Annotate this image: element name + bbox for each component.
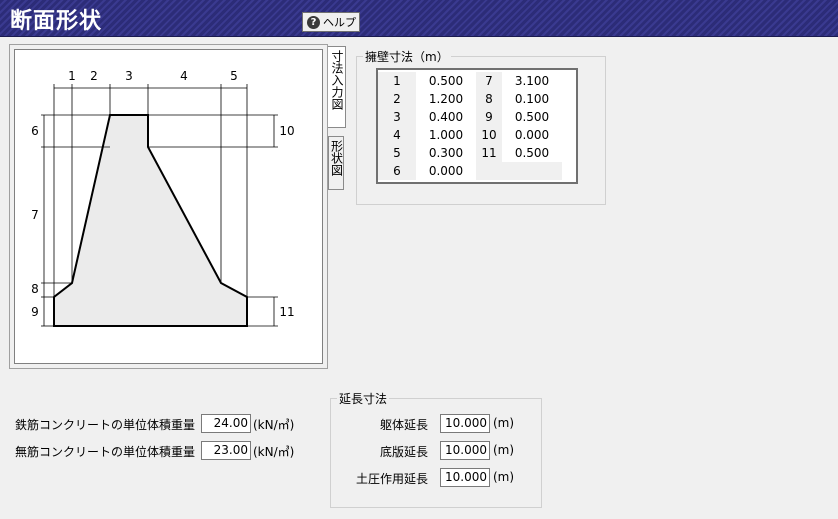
retaining-wall-drawing: 1 2 3 4 5 6 7 8 9 10 11 bbox=[31, 69, 295, 327]
diagram-panel: 1 2 3 4 5 6 7 8 9 10 11 bbox=[9, 44, 328, 369]
dim-no-cell: 3 bbox=[378, 108, 416, 126]
dim-no-cell: 2 bbox=[378, 90, 416, 108]
dim-value-cell[interactable]: 0.500 bbox=[502, 108, 562, 126]
dim-no-cell: 1 bbox=[378, 72, 416, 90]
help-icon: ? bbox=[307, 15, 320, 29]
dim-no-cell: 7 bbox=[476, 72, 502, 90]
dim-value-cell[interactable]: 0.000 bbox=[502, 126, 562, 144]
earth-pressure-length-label: 土圧作用延長 bbox=[355, 472, 428, 486]
tab-shape[interactable]: 形状図 bbox=[328, 136, 344, 190]
dim-label-5: 5 bbox=[230, 69, 238, 83]
rc-weight-label: 鉄筋コンクリートの単位体積重量 bbox=[15, 418, 196, 432]
dim-value-cell[interactable]: 3.100 bbox=[502, 72, 562, 90]
dim-label-1: 1 bbox=[68, 69, 76, 83]
dim-label-11: 11 bbox=[279, 305, 294, 319]
dim-label-9: 9 bbox=[31, 305, 39, 319]
dim-label-10: 10 bbox=[279, 124, 294, 138]
tab-shape-label: 形状図 bbox=[329, 140, 344, 176]
extension-legend: 延長寸法 bbox=[339, 392, 388, 406]
dim-value-cell[interactable]: 0.400 bbox=[416, 108, 476, 126]
dim-value-cell bbox=[502, 162, 562, 180]
dim-no-cell: 10 bbox=[476, 126, 502, 144]
dim-no-cell bbox=[476, 162, 502, 180]
dim-no-cell: 9 bbox=[476, 108, 502, 126]
dim-value-cell[interactable]: 1.000 bbox=[416, 126, 476, 144]
base-length-unit: (m) bbox=[493, 443, 515, 457]
base-length-label: 底版延長 bbox=[379, 445, 428, 459]
plain-weight-input[interactable]: 23.00 bbox=[201, 441, 251, 460]
section-diagram: 1 2 3 4 5 6 7 8 9 10 11 bbox=[14, 49, 323, 364]
rc-weight-unit: (kN/㎥) bbox=[253, 418, 295, 432]
body-length-input[interactable]: 10.000 bbox=[440, 414, 490, 433]
earth-pressure-length-input[interactable]: 10.000 bbox=[440, 468, 490, 487]
dim-label-7: 7 bbox=[31, 208, 39, 222]
dim-label-3: 3 bbox=[125, 69, 133, 83]
dim-no-cell: 6 bbox=[378, 162, 416, 180]
wall-dimensions-legend: 擁壁寸法（m） bbox=[365, 50, 449, 64]
title-bar: 断面形状 ? ヘルプ bbox=[0, 0, 838, 37]
dim-value-cell[interactable]: 0.500 bbox=[416, 72, 476, 90]
dim-value-cell[interactable]: 1.200 bbox=[416, 90, 476, 108]
page-title: 断面形状 bbox=[10, 9, 103, 34]
dim-label-4: 4 bbox=[180, 69, 188, 83]
plain-weight-label: 無筋コンクリートの単位体積重量 bbox=[15, 445, 196, 459]
earth-pressure-length-unit: (m) bbox=[493, 470, 515, 484]
dim-value-cell[interactable]: 0.000 bbox=[416, 162, 476, 180]
dim-value-cell[interactable]: 0.100 bbox=[502, 90, 562, 108]
dim-no-cell: 5 bbox=[378, 144, 416, 162]
dim-no-cell: 4 bbox=[378, 126, 416, 144]
dim-label-8: 8 bbox=[31, 282, 39, 296]
tab-dimension-input[interactable]: 寸法入力図 bbox=[328, 46, 346, 128]
base-length-input[interactable]: 10.000 bbox=[440, 441, 490, 460]
rc-weight-input[interactable]: 24.00 bbox=[201, 414, 251, 433]
plain-weight-unit: (kN/㎥) bbox=[253, 445, 295, 459]
body-length-label: 躯体延長 bbox=[379, 418, 428, 432]
dim-no-cell: 8 bbox=[476, 90, 502, 108]
wall-dimensions-table: 1 0.500 7 3.100 2 1.200 8 0.100 3 0.400 9 0.500 4 1.0… bbox=[376, 68, 578, 184]
help-button[interactable]: ? ヘルプ bbox=[302, 12, 360, 32]
dim-label-2: 2 bbox=[90, 69, 98, 83]
tab-dimension-input-label: 寸法入力図 bbox=[330, 50, 344, 110]
dim-value-cell[interactable]: 0.500 bbox=[502, 144, 562, 162]
dim-label-6: 6 bbox=[31, 124, 39, 138]
help-label: ヘルプ bbox=[323, 16, 356, 29]
dim-no-cell: 11 bbox=[476, 144, 502, 162]
dim-value-cell[interactable]: 0.300 bbox=[416, 144, 476, 162]
body-length-unit: (m) bbox=[493, 416, 515, 430]
